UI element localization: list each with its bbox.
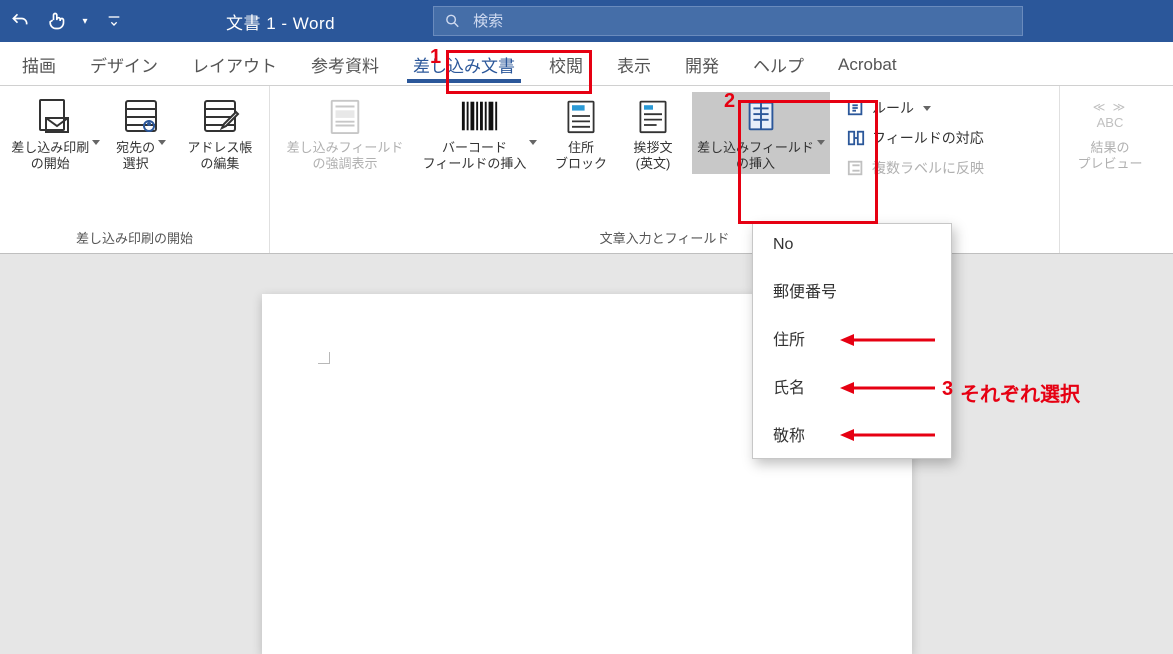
touch-mode-icon[interactable] [42, 7, 70, 35]
rules-button[interactable]: ルール [842, 96, 988, 120]
qat-customize-icon[interactable] [100, 7, 128, 35]
greeting-icon [633, 96, 673, 136]
edit-pencil-icon [200, 96, 240, 136]
update-labels-button: 複数ラベルに反映 [842, 156, 988, 180]
tab-mailings[interactable]: 差し込み文書 [399, 44, 529, 83]
annotation-number-2: 2 [724, 90, 735, 113]
tab-developer[interactable]: 開発 [671, 44, 733, 83]
preview-results-button: ≪ ≫ ABC 結果の プレビュー [1068, 92, 1152, 174]
tab-layout[interactable]: レイアウト [178, 44, 291, 83]
tab-design[interactable]: デザイン [76, 44, 172, 83]
search-icon [444, 12, 461, 30]
menu-item-postal[interactable]: 郵便番号 [753, 266, 951, 314]
recipients-icon [121, 96, 161, 136]
greeting-line-button[interactable]: 挨拶文 (英文) [620, 92, 686, 174]
titlebar: ▾ 文書 1 - Word [0, 0, 1173, 42]
match-fields-icon [846, 128, 866, 148]
update-labels-icon [846, 158, 866, 178]
highlight-field-icon [325, 96, 365, 136]
select-recipients-button[interactable]: 宛先の 選択 [110, 92, 173, 174]
annotation-arrow-1 [840, 330, 940, 350]
address-block-icon [561, 96, 601, 136]
start-mail-merge-button[interactable]: 差し込み印刷 の開始 [8, 92, 104, 174]
envelope-icon [36, 96, 76, 136]
abc-preview-icon: ≪ ≫ ABC [1090, 96, 1130, 136]
ribbon: 差し込み印刷 の開始 宛先の 選択 アドレス帳 の編集 差し込み印刷の開始 [0, 86, 1173, 254]
ribbon-tabs: 描画 デザイン レイアウト 参考資料 差し込み文書 校閲 表示 開発 ヘルプ A… [0, 42, 1173, 86]
search-input[interactable] [473, 13, 1012, 30]
insert-barcode-button[interactable]: バーコード フィールドの挿入 [418, 92, 542, 174]
highlight-merge-fields-button: 差し込みフィールド の強調表示 [278, 92, 412, 174]
undo-icon[interactable] [6, 7, 34, 35]
annotation-arrow-2 [840, 378, 940, 398]
tab-acrobat[interactable]: Acrobat [824, 47, 911, 81]
insert-merge-field-button[interactable]: 差し込みフィールド の挿入 [692, 92, 830, 174]
insert-field-icon [741, 96, 781, 136]
field-options-column: ルール フィールドの対応 複数ラベルに反映 [836, 92, 994, 184]
annotation-number-3: 3 [942, 378, 953, 401]
tab-help[interactable]: ヘルプ [739, 44, 818, 83]
annotation-text-3: それぞれ選択 [960, 378, 1080, 407]
annotation-number-1: 1 [430, 46, 441, 69]
address-block-button[interactable]: 住所 ブロック [548, 92, 614, 174]
match-fields-button[interactable]: フィールドの対応 [842, 126, 988, 150]
ribbon-group-preview: ≪ ≫ ABC 結果の プレビュー [1060, 86, 1160, 253]
document-canvas: ⸺ [0, 254, 1173, 500]
search-box[interactable] [433, 6, 1023, 36]
barcode-icon [460, 96, 500, 136]
ribbon-group-start-merge: 差し込み印刷 の開始 宛先の 選択 アドレス帳 の編集 差し込み印刷の開始 [0, 86, 270, 253]
margin-corner-tl [318, 352, 330, 364]
menu-item-no[interactable]: No [753, 224, 951, 266]
edit-address-book-button[interactable]: アドレス帳 の編集 [179, 92, 261, 174]
tab-draw[interactable]: 描画 [8, 44, 70, 83]
document-title: 文書 1 - Word [226, 9, 335, 34]
annotation-arrow-3 [840, 425, 940, 445]
qat-dropdown-icon[interactable]: ▾ [78, 7, 92, 35]
tab-review[interactable]: 校閲 [535, 44, 597, 83]
tab-references[interactable]: 参考資料 [297, 44, 393, 83]
tab-view[interactable]: 表示 [603, 44, 665, 83]
group-label-start: 差し込み印刷の開始 [8, 226, 261, 251]
rules-icon [846, 98, 866, 118]
